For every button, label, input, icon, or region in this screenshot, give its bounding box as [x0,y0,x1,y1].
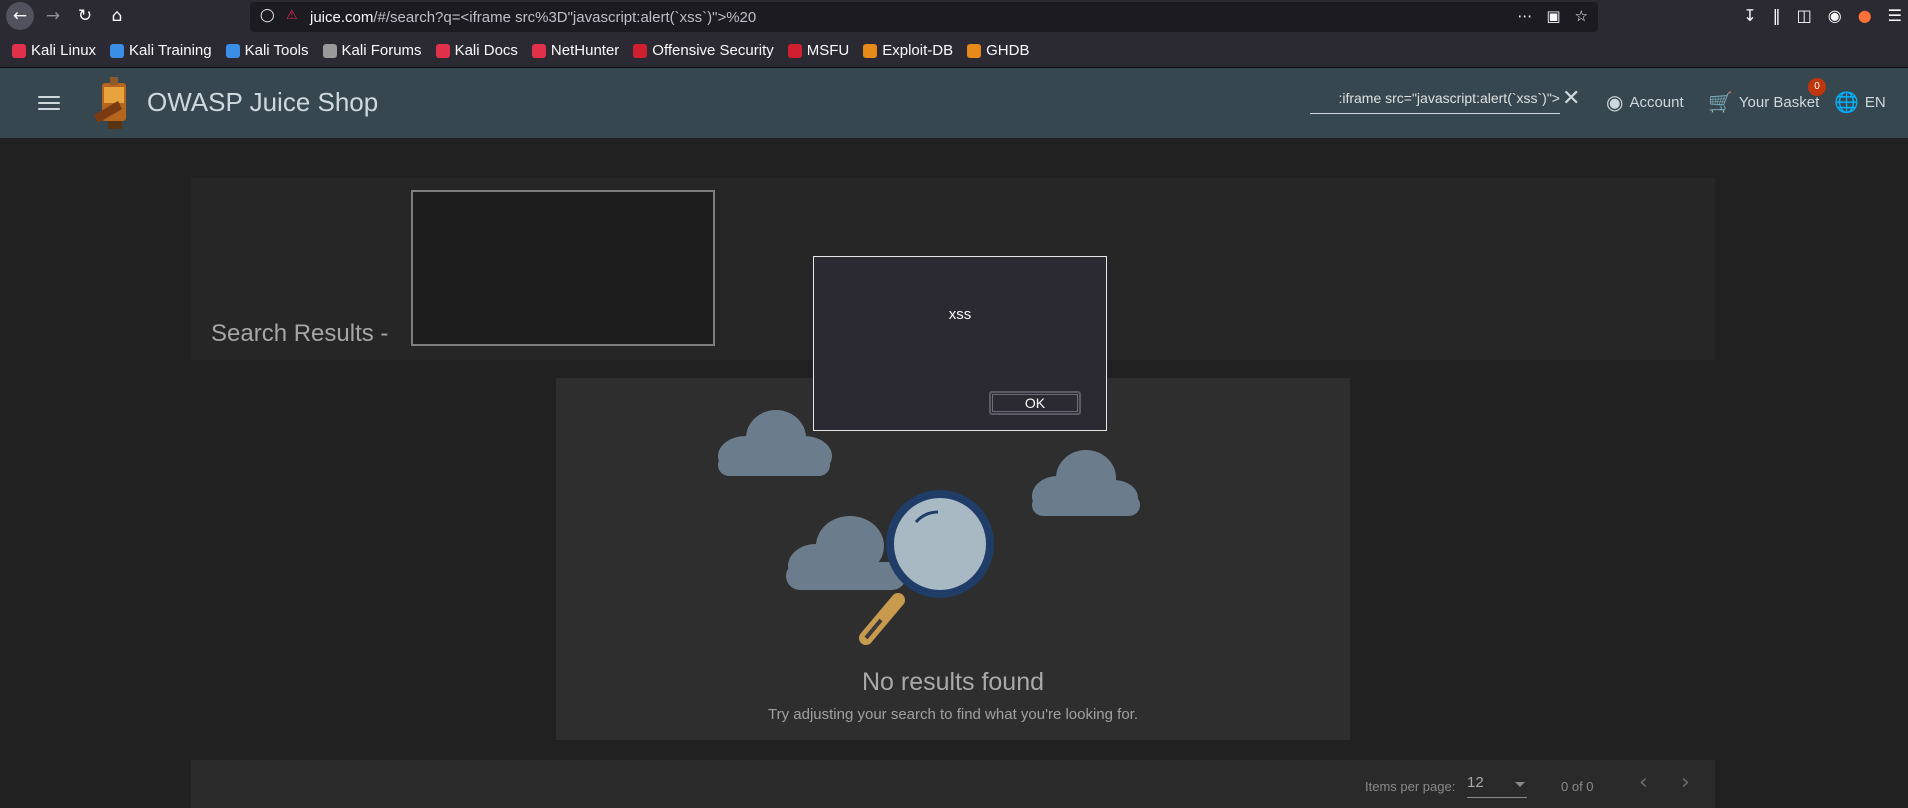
basket-count-badge: 0 [1808,78,1826,96]
items-per-page-select[interactable]: 12 [1467,774,1527,798]
items-per-page-label: Items per page: [1365,779,1456,794]
globe-icon: 🌐 [1834,92,1859,114]
url-text[interactable]: juice.com/#/search?q=<iframe src%3D"java… [310,9,756,26]
home-icon[interactable]: ⌂ [103,2,131,30]
bookmark-favicon-icon [322,43,337,58]
bookmark-favicon-icon [110,43,125,58]
url-host: juice.com [310,9,374,26]
app-title[interactable]: OWASP Juice Shop [147,87,378,118]
reload-icon[interactable]: ↻ [71,2,99,30]
bookmark-item[interactable]: MSFU [787,42,850,59]
no-results-card: No results found Try adjusting your sear… [556,378,1350,740]
account-icon[interactable]: ◉ [1828,6,1842,25]
url-bar[interactable]: ◯ ⚠ juice.com/#/search?q=<iframe src%3D"… [250,2,1598,32]
shield-icon[interactable]: ◯ [260,8,275,23]
bookmark-label: Kali Linux [31,42,97,59]
star-icon[interactable]: ☆ [1575,7,1588,25]
insecure-lock-icon[interactable]: ⚠ [286,8,298,23]
sidebar-icon[interactable]: ◫ [1797,6,1812,25]
no-results-title: No results found [861,668,1045,696]
account-button[interactable]: ◉ Account [1606,90,1684,115]
bookmark-item[interactable]: Kali Linux [12,42,96,59]
forward-icon[interactable]: → [39,2,67,30]
bookmark-label: MSFU [806,42,850,59]
hamburger-menu-icon[interactable] [38,90,60,116]
account-circle-icon: ◉ [1606,92,1624,114]
alert-message: xss [948,306,972,323]
firefox-icon[interactable]: ● [1858,6,1872,25]
bookmark-favicon-icon [531,43,546,58]
bookmark-label: NetHunter [550,42,620,59]
library-icon[interactable]: ‖ [1773,6,1781,25]
search-results-title: Search Results - [211,320,389,347]
alert-dialog: xss OK [813,256,1107,431]
bookmark-item[interactable]: Kali Training [110,42,212,59]
download-icon[interactable]: ↧ [1743,6,1756,25]
back-icon[interactable]: ← [6,2,34,30]
search-input[interactable]: :iframe src="javascript:alert(`xss`)"> [1310,86,1560,114]
previous-page-icon[interactable]: ‹ [1639,772,1648,794]
basket-label: Your Basket [1738,94,1820,111]
bookmark-favicon-icon [787,43,802,58]
bookmark-favicon-icon [863,43,878,58]
browser-toolbar: ← → ↻ ⌂ ◯ ⚠ juice.com/#/search?q=<iframe… [0,0,1908,34]
more-icon[interactable]: ⋯ [1517,7,1532,25]
bookmark-favicon-icon [967,43,982,58]
bookmark-label: Kali Forums [341,42,422,59]
bookmark-label: Kali Tools [244,42,309,59]
search-input-value: :iframe src="javascript:alert(`xss`)"> [1338,90,1560,106]
ok-button[interactable]: OK [989,391,1081,415]
bookmark-item[interactable]: GHDB [967,42,1029,59]
bookmark-label: Offensive Security [652,42,774,59]
bookmark-label: GHDB [986,42,1030,59]
bookmark-item[interactable]: Exploit-DB [863,42,953,59]
bookmark-label: Exploit-DB [882,42,954,59]
bookmark-item[interactable]: Offensive Security [633,42,774,59]
next-page-icon[interactable]: › [1681,772,1690,794]
basket-button[interactable]: 🛒 Your Basket [1708,90,1819,115]
cloud-icon [1032,450,1140,516]
bookmarks-bar: Kali Linux Kali Training Kali Tools Kali Fo… [0,34,1908,68]
cart-icon: 🛒 [1708,92,1733,114]
close-icon[interactable]: ✕ [1562,88,1580,110]
account-label: Account [1629,94,1684,111]
bookmark-item[interactable]: Kali Docs [435,42,518,59]
page-range-label: 0 of 0 [1561,779,1594,794]
bookmark-item[interactable]: Kali Tools [225,42,309,59]
url-path: /#/search?q=<iframe src%3D"javascript:al… [373,9,757,26]
injected-iframe [411,190,715,346]
main-content: Search Results - No results found Try ad… [0,138,1908,808]
bookmark-item[interactable]: Kali Forums [322,42,422,59]
language-label: EN [1864,94,1886,111]
items-per-page-value: 12 [1467,774,1484,791]
chevron-down-icon [1515,782,1525,787]
bookmark-favicon-icon [225,43,240,58]
bookmark-favicon-icon [12,43,26,58]
bookmark-item[interactable]: NetHunter [531,42,620,59]
paginator: Items per page: 12 0 of 0 ‹ › [191,760,1715,808]
no-results-illustration [718,410,1140,645]
language-button[interactable]: 🌐 EN [1834,90,1886,115]
bookmark-label: Kali Training [129,42,212,59]
menu-icon[interactable]: ☰ [1888,6,1902,25]
pocket-icon[interactable]: ▣ [1546,7,1560,25]
juice-shop-logo [94,77,126,129]
bookmark-favicon-icon [435,43,450,58]
bookmark-favicon-icon [633,43,648,58]
bookmark-label: Kali Docs [454,42,518,59]
app-header: OWASP Juice Shop :iframe src="javascript… [0,68,1908,138]
no-results-subtitle: Try adjusting your search to find what y… [768,706,1138,723]
